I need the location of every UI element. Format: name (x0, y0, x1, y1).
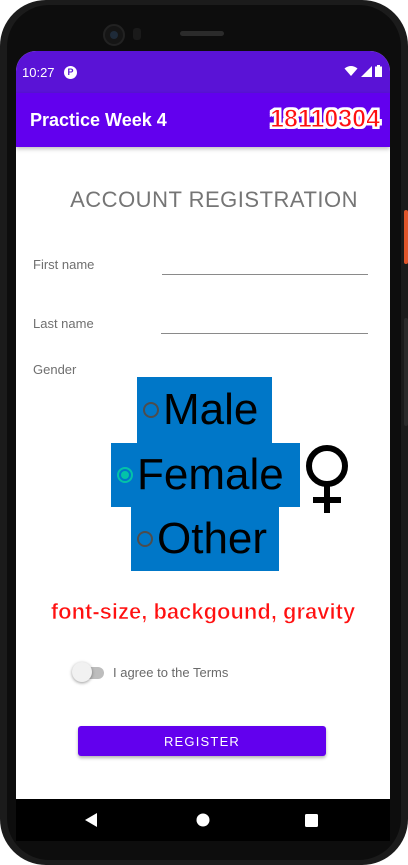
earpiece-speaker (180, 31, 224, 36)
radio-female-label: Female (137, 450, 284, 499)
signal-icon (361, 65, 372, 77)
terms-label: I agree to the Terms (113, 665, 229, 680)
proximity-sensor (133, 28, 141, 40)
back-icon (85, 813, 97, 827)
home-button[interactable] (188, 799, 218, 841)
power-button (404, 210, 408, 264)
last-name-label: Last name (33, 316, 94, 331)
student-id-label: 18110304 (270, 105, 381, 134)
last-name-input[interactable] (162, 310, 367, 332)
recents-icon (304, 813, 318, 827)
recents-button[interactable] (296, 799, 326, 841)
annotation-text: font-size, backgound, gravity (50, 599, 356, 625)
app-notification-icon: P (64, 66, 77, 79)
navigation-bar (16, 799, 390, 841)
radio-male[interactable]: Male (137, 377, 272, 443)
app-bar: Practice Week 4 18110304 (16, 93, 390, 147)
last-name-underline (161, 333, 368, 334)
app-screen: 10:27 P Practice Week 4 18110304 ACCOUNT… (16, 51, 390, 799)
first-name-label: First name (33, 257, 95, 272)
front-camera (103, 24, 125, 46)
volume-button (404, 318, 408, 426)
home-icon (196, 813, 210, 827)
terms-switch-thumb[interactable] (72, 662, 92, 682)
wifi-icon (344, 66, 358, 76)
phone-frame: 10:27 P Practice Week 4 18110304 ACCOUNT… (0, 0, 408, 865)
radio-other-circle[interactable] (137, 531, 153, 547)
battery-icon (375, 65, 382, 77)
radio-male-label: Male (163, 385, 259, 434)
form-title: ACCOUNT REGISTRATION (70, 187, 358, 212)
radio-other-label: Other (157, 514, 268, 563)
first-name-input[interactable] (163, 251, 367, 273)
status-time: 10:27 (22, 65, 55, 80)
radio-other[interactable]: Other (131, 507, 279, 571)
back-button[interactable] (76, 799, 106, 841)
first-name-underline (162, 274, 368, 275)
status-bar: 10:27 P (16, 51, 390, 93)
radio-male-circle[interactable] (143, 402, 159, 418)
status-icons (344, 65, 382, 77)
register-button[interactable]: REGISTER (78, 726, 326, 756)
radio-female[interactable]: Female (111, 443, 300, 507)
gender-label: Gender (33, 362, 77, 377)
app-title: Practice Week 4 (30, 110, 167, 130)
radio-female-circle[interactable] (117, 467, 133, 483)
female-symbol-icon (306, 445, 348, 513)
